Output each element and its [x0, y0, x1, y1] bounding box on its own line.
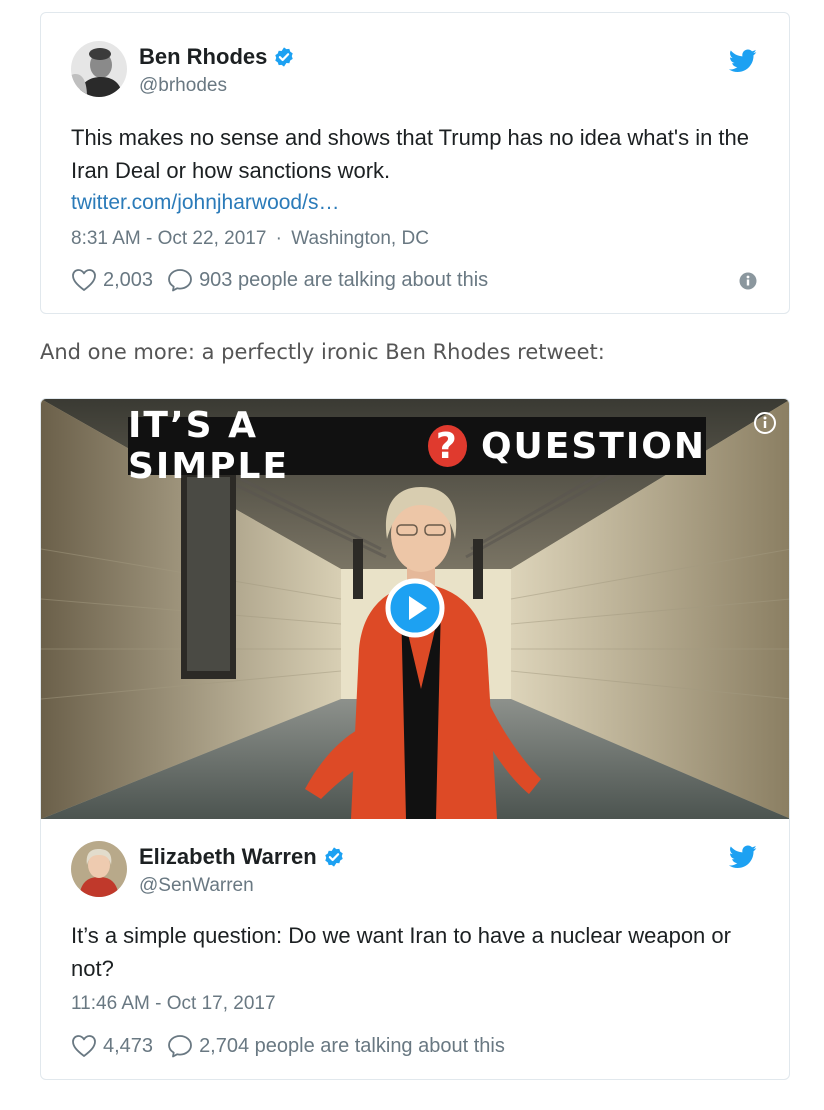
verified-badge-icon — [323, 846, 345, 868]
tweet-timestamp[interactable]: 8:31 AM - Oct 22, 2017 — [71, 228, 266, 249]
speech-bubble-icon[interactable] — [167, 1034, 193, 1058]
author-handle[interactable]: @brhodes — [139, 75, 227, 97]
tweet-card-ben-rhodes: Ben Rhodes @brhodes This makes no sense … — [40, 12, 790, 314]
meta-separator: · — [275, 228, 282, 249]
tweet-text: This makes no sense and shows that Trump… — [71, 125, 750, 183]
tweet-timestamp[interactable]: 11:46 AM - Oct 17, 2017 — [71, 993, 276, 1014]
twitter-bird-icon[interactable] — [728, 845, 757, 869]
talking-count[interactable]: 2,704 people are talking about this — [199, 1035, 505, 1058]
article-paragraph: And one more: a perfectly ironic Ben Rho… — [40, 340, 605, 364]
video-banner-left-text: IT’S A SIMPLE — [128, 405, 290, 487]
tweet-meta: 11:46 AM - Oct 17, 2017 — [71, 993, 276, 1015]
video-player[interactable]: IT’S A SIMPLE ? QUESTION — [41, 399, 789, 819]
tweet-actions: 2,003 903 people are talking about this — [71, 265, 488, 295]
tweet-meta: 8:31 AM - Oct 22, 2017 · Washington, DC — [71, 228, 429, 250]
like-count[interactable]: 2,003 — [103, 269, 153, 292]
tweet-actions: 4,473 2,704 people are talking about thi… — [71, 1031, 505, 1061]
tweet-link[interactable]: twitter.com/johnjharwood/s… — [71, 191, 339, 215]
question-mark-badge: ? — [427, 425, 467, 467]
video-title-banner: IT’S A SIMPLE ? QUESTION — [128, 405, 706, 487]
twitter-bird-icon[interactable] — [728, 49, 757, 73]
tweet-card-elizabeth-warren: IT’S A SIMPLE ? QUESTION Elizabeth Warre… — [40, 398, 790, 1080]
play-icon[interactable] — [385, 578, 445, 638]
verified-badge-icon — [273, 46, 295, 68]
like-count[interactable]: 4,473 — [103, 1035, 153, 1058]
info-icon[interactable] — [753, 411, 777, 435]
avatar[interactable] — [71, 841, 127, 897]
video-banner-right-text: QUESTION — [480, 425, 706, 467]
tweet-location[interactable]: Washington, DC — [291, 228, 429, 249]
info-icon[interactable] — [738, 271, 758, 291]
speech-bubble-icon[interactable] — [167, 268, 193, 292]
avatar[interactable] — [71, 41, 127, 97]
author-handle[interactable]: @SenWarren — [139, 875, 254, 897]
talking-count[interactable]: 903 people are talking about this — [199, 269, 488, 292]
heart-icon[interactable] — [71, 268, 97, 292]
author-name[interactable]: Ben Rhodes — [139, 44, 267, 70]
heart-icon[interactable] — [71, 1034, 97, 1058]
author-name[interactable]: Elizabeth Warren — [139, 844, 317, 870]
tweet-text: It’s a simple question: Do we want Iran … — [71, 923, 731, 981]
